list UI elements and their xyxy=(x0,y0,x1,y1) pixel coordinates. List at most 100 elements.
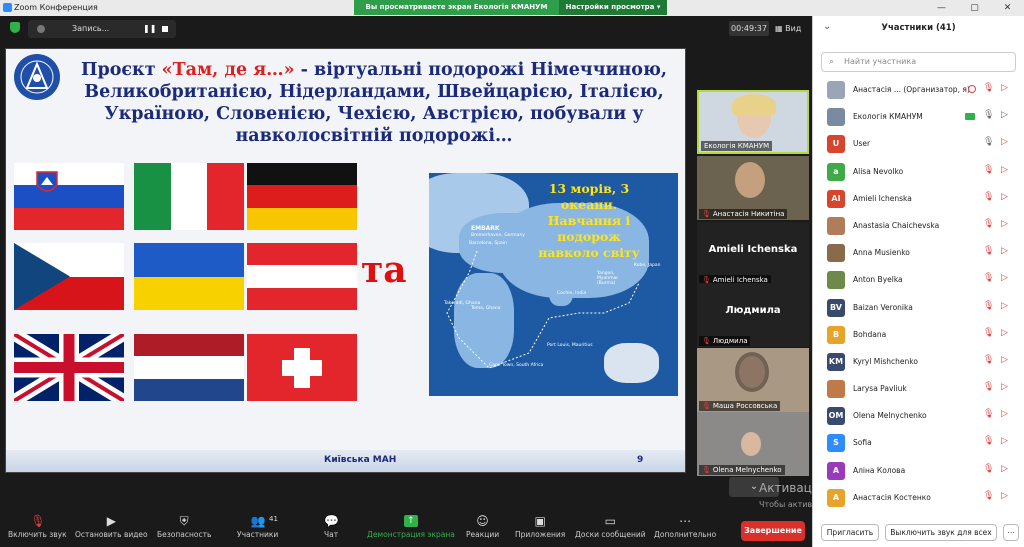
camera-off-icon: ▷ xyxy=(1001,83,1008,93)
security-button[interactable]: ⛨ Безопасность xyxy=(157,515,211,539)
invite-button[interactable]: Пригласить xyxy=(821,524,879,541)
map-label-embark: EMBARK xyxy=(471,225,500,232)
participant-search-placeholder: Найти участника xyxy=(844,57,917,66)
participant-name: Alisa Nevolko xyxy=(853,166,904,176)
participant-row[interactable]: KM Kyryl Mishchenko 🎙 ▷ xyxy=(813,348,1024,375)
avatar xyxy=(827,81,845,99)
camera-off-icon: ▷ xyxy=(1001,137,1008,148)
participant-row[interactable]: A Аліна Колова 🎙 ▷ xyxy=(813,457,1024,484)
mic-muted-icon: 🎙 xyxy=(702,337,711,345)
participant-row[interactable]: AI Amieli Ichenska 🎙 ▷ xyxy=(813,185,1024,212)
participant-row[interactable]: A Анастасія Костенко 🎙 ▷ xyxy=(813,484,1024,511)
participant-name: Анастасія Костенко xyxy=(853,492,931,502)
avatar: S xyxy=(827,434,845,453)
video-tile[interactable]: 🎙 Анастасія Никитіна xyxy=(697,156,809,220)
more-button[interactable]: ⋯ Дополнительно xyxy=(654,515,716,539)
mic-muted-icon: 🎙 xyxy=(983,191,995,202)
participant-row[interactable]: BV Baizan Veronika 🎙 ▷ xyxy=(813,294,1024,321)
ta-label: та xyxy=(361,249,407,291)
participant-row[interactable]: Anna Musienko 🎙 ▷ xyxy=(813,239,1024,266)
participant-row[interactable]: Екологія КМАНУМ 🎙 ▷ xyxy=(813,103,1024,130)
camera-off-icon: ▷ xyxy=(1001,164,1008,175)
participant-name: Anna Musienko xyxy=(853,248,910,258)
apps-label: Приложения xyxy=(515,530,566,539)
participant-name: Екологія КМАНУМ xyxy=(853,112,923,122)
flag-germany xyxy=(247,163,357,230)
view-button[interactable]: ▦ Вид xyxy=(775,21,801,36)
participants-panel-footer: Пригласить Выключить звук для всех ⋯ xyxy=(813,520,1024,547)
more-dots-icon: ⋯ xyxy=(679,514,692,528)
avatar: a xyxy=(827,162,845,181)
participants-button[interactable]: 👥 Участники 41 xyxy=(237,515,278,539)
participant-row[interactable]: B Bohdana 🎙 ▷ xyxy=(813,321,1024,348)
video-tile-name-row: 🎙 Анастасія Никитіна xyxy=(699,209,788,219)
mic-muted-icon: 🎙 xyxy=(702,402,711,410)
participants-count: 41 xyxy=(269,515,278,523)
share-screen-button[interactable]: ↑ Демонстрация экрана xyxy=(367,515,455,539)
app-title: Zoom Конференция xyxy=(14,3,98,12)
video-tile-name: Екологія КМАНУМ xyxy=(701,141,773,151)
avatar: A xyxy=(827,488,845,507)
map-label-port-louis: Port Louis, Mauritius xyxy=(547,343,593,348)
video-tile-big-name: Людмила xyxy=(725,305,781,316)
chat-label: Чат xyxy=(324,530,339,539)
video-button[interactable]: ▶ Остановить видео xyxy=(75,515,148,539)
video-tile-name: Маша Россовська xyxy=(712,402,778,410)
video-tile[interactable]: 🎙 Маша Россовська xyxy=(697,348,809,412)
participant-name: Аліна Колова xyxy=(853,465,906,475)
chat-button[interactable]: 💬 Чат xyxy=(324,514,339,539)
participant-row[interactable]: Anastasia Chaichevska 🎙 ▷ xyxy=(813,212,1024,239)
participant-row[interactable]: OM Olena Melnychenko 🎙 ▷ xyxy=(813,402,1024,429)
map-label-barcelona: Barcelona, Spain xyxy=(469,241,507,246)
participant-row[interactable]: Larysa Pavliuk 🎙 ▷ xyxy=(813,375,1024,402)
record-dot-icon xyxy=(37,25,45,33)
camera-off-icon: ▷ xyxy=(1001,409,1008,420)
participants-icon: 👥 xyxy=(250,514,266,528)
whiteboard-button[interactable]: ▭ Доски сообщений xyxy=(575,515,646,539)
slide-title: Проєкт «Там, де я…» - віртуальні подорож… xyxy=(64,59,684,147)
video-tile[interactable]: 🎙 Olena Melnychenko xyxy=(697,412,809,476)
encryption-shield-icon[interactable] xyxy=(10,22,20,33)
mic-muted-icon: 🎙 xyxy=(983,409,995,420)
participant-row[interactable]: S Sofia 🎙 ▷ xyxy=(813,429,1024,456)
stop-recording-button[interactable] xyxy=(162,26,168,32)
apps-button[interactable]: ▣ Приложения xyxy=(515,515,565,539)
video-tile[interactable]: Amieli Ichenska 🎙 Amieli Ichenska xyxy=(697,222,809,286)
close-button[interactable]: ✕ xyxy=(991,0,1024,16)
participant-row[interactable]: U User 🎙 ▷ xyxy=(813,130,1024,157)
video-tile[interactable]: Людмила 🎙 Людмила xyxy=(697,283,809,347)
mute-all-button[interactable]: Выключить звук для всех xyxy=(885,524,997,541)
mic-muted-icon: 🎙 xyxy=(983,463,995,474)
participant-row[interactable]: Anton Byelka 🎙 ▷ xyxy=(813,266,1024,293)
more-options-button[interactable]: ⋯ xyxy=(1003,524,1019,541)
mic-muted-icon: 🎙 xyxy=(983,218,995,229)
flag-czechia xyxy=(14,243,124,310)
unmute-button[interactable]: 🎙 Включить звук xyxy=(8,515,67,539)
participant-row[interactable]: Анастасія ... (Организатор, я) 🎙 ▷ xyxy=(813,76,1024,103)
slide-title-prefix: Проєкт xyxy=(80,60,162,80)
flag-slovenia xyxy=(14,163,124,230)
avatar: U xyxy=(827,135,845,154)
mic-muted-icon: 🎙 xyxy=(983,327,995,338)
mic-muted-icon: 🎙 xyxy=(983,83,995,93)
camera-icon: ▷ xyxy=(1001,110,1008,121)
avatar xyxy=(827,380,845,399)
avatar xyxy=(827,216,845,235)
participant-search-input[interactable]: ⌕ Найти участника xyxy=(821,52,1016,72)
more-label: Дополнительно xyxy=(654,530,717,539)
mic-muted-icon: 🎙 xyxy=(983,273,995,284)
slide-title-highlight: «Там, де я…» xyxy=(161,60,295,80)
participant-row[interactable]: a Alisa Nevolko 🎙 ▷ xyxy=(813,158,1024,185)
chat-icon: 💬 xyxy=(324,514,339,528)
video-tile[interactable]: Екологія КМАНУМ xyxy=(697,90,809,154)
camera-off-icon: ▷ xyxy=(1001,273,1008,284)
end-meeting-button[interactable]: Завершение xyxy=(741,521,805,541)
flag-netherlands xyxy=(134,334,244,401)
minimize-button[interactable]: — xyxy=(925,0,958,16)
view-settings-button[interactable]: Настройки просмотра ▾ xyxy=(559,0,667,15)
flag-united-kingdom xyxy=(14,334,124,401)
maximize-button[interactable]: ▢ xyxy=(958,0,991,16)
recording-label: Запись... xyxy=(72,24,110,33)
reactions-button[interactable]: ☺ Реакции xyxy=(466,515,499,539)
pause-recording-button[interactable]: ❚❚ xyxy=(143,24,156,33)
